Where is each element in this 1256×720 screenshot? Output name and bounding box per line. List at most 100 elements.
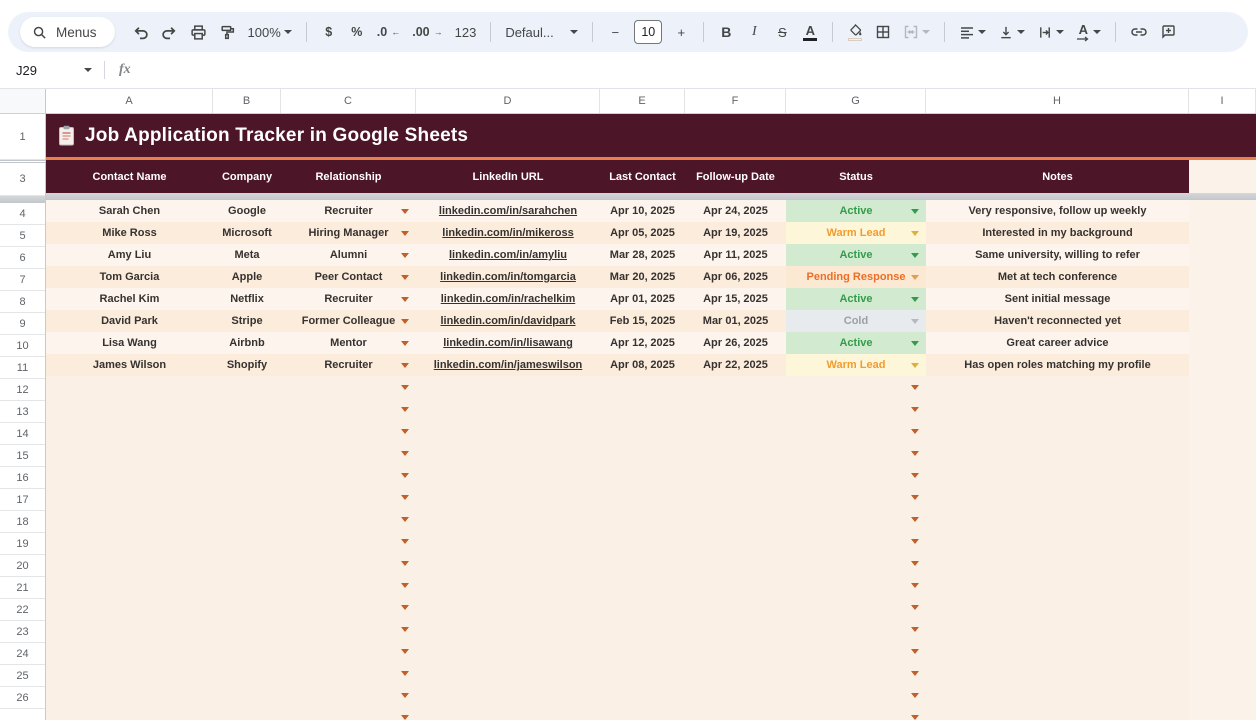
cell-empty[interactable] bbox=[926, 552, 1189, 574]
bold-button[interactable]: B bbox=[713, 18, 739, 46]
dropdown-arrow-icon[interactable] bbox=[401, 209, 409, 214]
cell-last-contact[interactable]: Apr 12, 2025 bbox=[600, 332, 685, 354]
cell-status-empty[interactable] bbox=[786, 464, 926, 486]
cell-empty[interactable] bbox=[600, 662, 685, 684]
cell-relationship-empty[interactable] bbox=[281, 596, 416, 618]
cell-followup-date[interactable]: Apr 24, 2025 bbox=[685, 200, 786, 222]
cell-company[interactable]: Microsoft bbox=[213, 222, 281, 244]
cell-relationship-empty[interactable] bbox=[281, 398, 416, 420]
cell-notes[interactable]: Met at tech conference bbox=[926, 266, 1189, 288]
cell-empty[interactable] bbox=[46, 508, 213, 530]
cell-contact-name[interactable]: David Park bbox=[46, 310, 213, 332]
cell-empty[interactable] bbox=[926, 596, 1189, 618]
cell-linkedin-url[interactable]: linkedin.com/in/rachelkim bbox=[416, 288, 600, 310]
cell-followup-date[interactable]: Mar 01, 2025 bbox=[685, 310, 786, 332]
cell-empty[interactable] bbox=[46, 464, 213, 486]
cell-status[interactable]: Active bbox=[786, 288, 926, 310]
cell-empty[interactable] bbox=[926, 508, 1189, 530]
cell-company[interactable]: Netflix bbox=[213, 288, 281, 310]
row-header-9[interactable]: 9 bbox=[0, 313, 45, 335]
header-linkedin-url[interactable]: LinkedIn URL bbox=[416, 160, 600, 193]
dropdown-arrow-icon[interactable] bbox=[911, 429, 919, 434]
horizontal-align-button[interactable] bbox=[954, 18, 991, 46]
name-box[interactable]: J29 bbox=[0, 63, 104, 78]
cell-empty-i[interactable] bbox=[1189, 332, 1256, 354]
cell-empty[interactable] bbox=[685, 596, 786, 618]
column-header-b[interactable]: B bbox=[213, 89, 281, 113]
cell-empty[interactable] bbox=[46, 552, 213, 574]
text-wrap-button[interactable] bbox=[1032, 18, 1069, 46]
cell-empty[interactable] bbox=[213, 376, 281, 398]
cell-notes[interactable]: Haven't reconnected yet bbox=[926, 310, 1189, 332]
cell-last-contact[interactable]: Apr 08, 2025 bbox=[600, 354, 685, 376]
header-status[interactable]: Status bbox=[786, 160, 926, 193]
cell-relationship-empty[interactable] bbox=[281, 442, 416, 464]
linkedin-link[interactable]: linkedin.com/in/tomgarcia bbox=[440, 271, 576, 283]
cell-empty[interactable] bbox=[46, 640, 213, 662]
dropdown-arrow-icon[interactable] bbox=[401, 275, 409, 280]
cell-status-empty[interactable] bbox=[786, 376, 926, 398]
row-header-21[interactable]: 21 bbox=[0, 577, 45, 599]
linkedin-link[interactable]: linkedin.com/in/amyliu bbox=[449, 249, 567, 261]
cell-empty[interactable] bbox=[416, 640, 600, 662]
cell-notes[interactable]: Great career advice bbox=[926, 332, 1189, 354]
cell-last-contact[interactable]: Apr 01, 2025 bbox=[600, 288, 685, 310]
cell-empty[interactable] bbox=[46, 398, 213, 420]
cell-empty[interactable] bbox=[416, 552, 600, 574]
merge-cells-button[interactable] bbox=[898, 18, 935, 46]
cell-empty-i[interactable] bbox=[1189, 706, 1256, 720]
row-header-19[interactable]: 19 bbox=[0, 533, 45, 555]
cell-last-contact[interactable]: Feb 15, 2025 bbox=[600, 310, 685, 332]
cell-relationship-empty[interactable] bbox=[281, 684, 416, 706]
cell-empty[interactable] bbox=[416, 684, 600, 706]
column-header-c[interactable]: C bbox=[281, 89, 416, 113]
cell-empty[interactable] bbox=[926, 706, 1189, 720]
cell-relationship-empty[interactable] bbox=[281, 574, 416, 596]
cell-empty[interactable] bbox=[213, 574, 281, 596]
cell-empty-i[interactable] bbox=[1189, 486, 1256, 508]
cell-empty-i[interactable] bbox=[1189, 464, 1256, 486]
cell-empty[interactable] bbox=[213, 464, 281, 486]
cell-empty[interactable] bbox=[685, 574, 786, 596]
cell-relationship-empty[interactable] bbox=[281, 376, 416, 398]
cell-empty[interactable] bbox=[416, 618, 600, 640]
cell-empty-i[interactable] bbox=[1189, 244, 1256, 266]
column-header-i[interactable]: I bbox=[1189, 89, 1256, 113]
row-header-4[interactable]: 4 bbox=[0, 203, 45, 225]
dropdown-arrow-icon[interactable] bbox=[911, 407, 919, 412]
cell-contact-name[interactable]: Sarah Chen bbox=[46, 200, 213, 222]
cell-empty[interactable] bbox=[213, 442, 281, 464]
zoom-control[interactable]: 100% bbox=[243, 18, 297, 46]
cell-empty-i[interactable] bbox=[1189, 552, 1256, 574]
cell-empty[interactable] bbox=[685, 442, 786, 464]
more-formats-button[interactable]: 123 bbox=[450, 18, 482, 46]
cell-empty[interactable] bbox=[926, 398, 1189, 420]
cell-relationship[interactable]: Hiring Manager bbox=[281, 222, 416, 244]
dropdown-arrow-icon[interactable] bbox=[401, 451, 409, 456]
cell-status-empty[interactable] bbox=[786, 552, 926, 574]
linkedin-link[interactable]: linkedin.com/in/davidpark bbox=[440, 315, 575, 327]
cell-followup-date[interactable]: Apr 06, 2025 bbox=[685, 266, 786, 288]
frozen-pane-divider[interactable] bbox=[0, 196, 45, 203]
cell-linkedin-url[interactable]: linkedin.com/in/jameswilson bbox=[416, 354, 600, 376]
cell-empty[interactable] bbox=[416, 376, 600, 398]
cell-status-empty[interactable] bbox=[786, 618, 926, 640]
column-header-f[interactable]: F bbox=[685, 89, 786, 113]
cell-notes[interactable]: Same university, willing to refer bbox=[926, 244, 1189, 266]
cell-relationship-empty[interactable] bbox=[281, 662, 416, 684]
cell-empty[interactable] bbox=[600, 706, 685, 720]
cell-empty[interactable] bbox=[46, 420, 213, 442]
cell-contact-name[interactable]: James Wilson bbox=[46, 354, 213, 376]
dropdown-arrow-icon[interactable] bbox=[401, 517, 409, 522]
cell-empty[interactable] bbox=[213, 508, 281, 530]
cell-empty[interactable] bbox=[926, 684, 1189, 706]
cell-status[interactable]: Warm Lead bbox=[786, 222, 926, 244]
cell-empty[interactable] bbox=[46, 574, 213, 596]
row-header-22[interactable]: 22 bbox=[0, 599, 45, 621]
dropdown-arrow-icon[interactable] bbox=[401, 253, 409, 258]
dropdown-arrow-icon[interactable] bbox=[401, 385, 409, 390]
cell-empty[interactable] bbox=[416, 530, 600, 552]
cell-empty-i[interactable] bbox=[1189, 310, 1256, 332]
cell-status[interactable]: Pending Response bbox=[786, 266, 926, 288]
cell-status-empty[interactable] bbox=[786, 486, 926, 508]
